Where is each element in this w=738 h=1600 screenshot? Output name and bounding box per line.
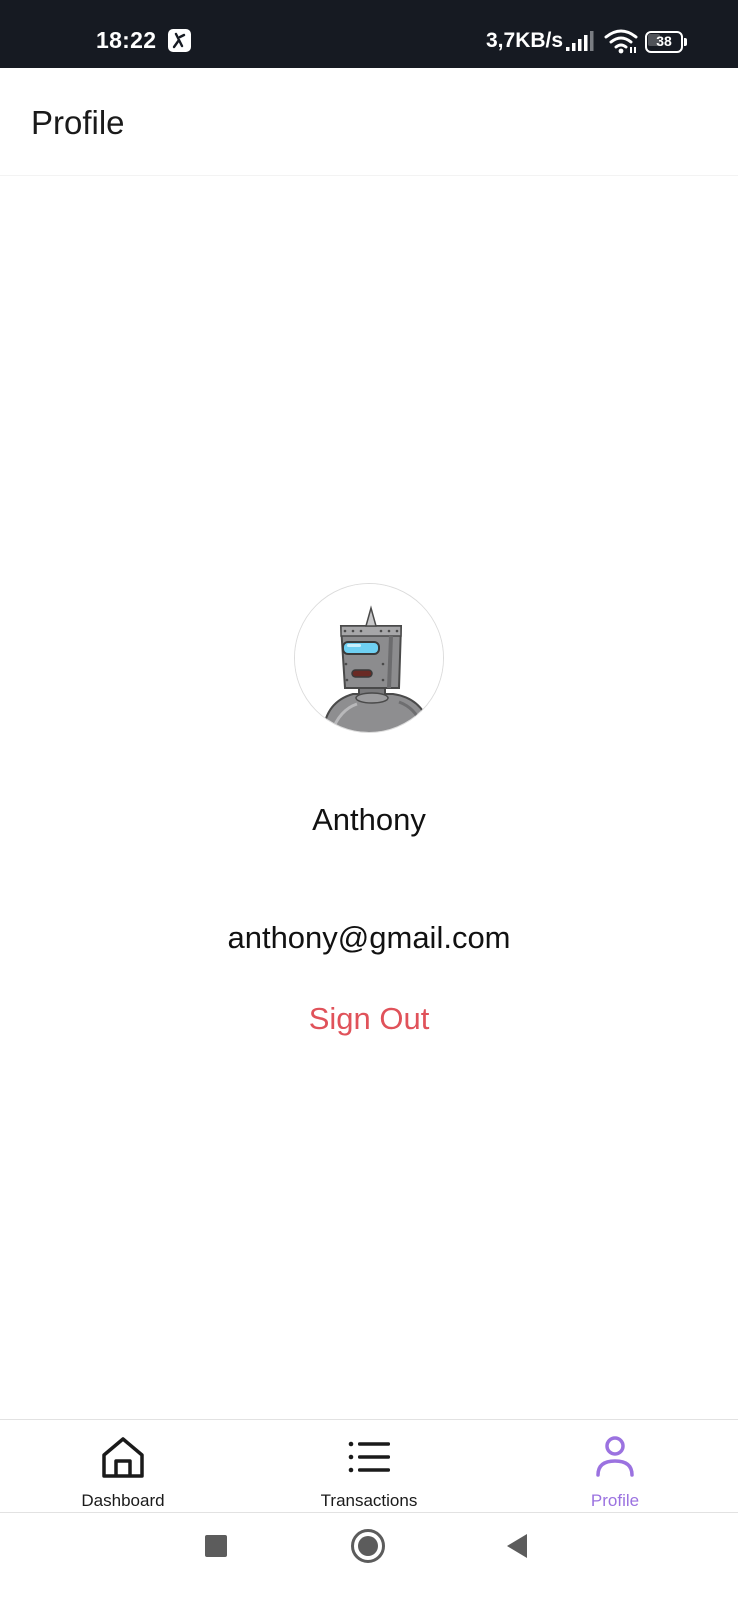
status-time: 18:22 [96, 27, 157, 53]
battery-level: 38 [656, 33, 672, 49]
signal-icon [565, 30, 595, 52]
tab-dashboard[interactable]: Dashboard [0, 1420, 246, 1514]
sign-out-button[interactable]: Sign Out [269, 996, 469, 1042]
app-notification-icon [168, 29, 191, 52]
user-name: Anthony [312, 802, 426, 837]
tab-transactions-label: Transactions [320, 1491, 418, 1510]
user-icon [592, 1434, 638, 1480]
network-speed: 3,7KB/s [486, 29, 564, 52]
app-header: Profile [0, 68, 738, 176]
battery-icon: 38 [645, 31, 687, 53]
wifi-icon [604, 27, 638, 55]
tab-profile-label: Profile [590, 1491, 640, 1510]
bottom-navigation: Dashboard Transactions Profile [0, 1419, 738, 1513]
status-bar: 18:22 3,7KB/s 38 [0, 0, 738, 68]
profile-screen: 18:22 3,7KB/s 38 Profile Anthony anthony… [0, 0, 738, 1600]
recents-icon[interactable] [205, 1535, 227, 1557]
tab-profile[interactable]: Profile [492, 1420, 738, 1514]
list-icon [346, 1434, 392, 1480]
user-email: anthony@gmail.com [227, 920, 511, 955]
robot-avatar-icon [295, 584, 443, 732]
system-navigation-bar [0, 1513, 738, 1600]
page-title: Profile [31, 104, 125, 141]
home-circle-icon[interactable] [351, 1529, 385, 1563]
home-icon [100, 1434, 146, 1480]
back-triangle-icon[interactable] [505, 1533, 529, 1559]
tab-dashboard-label: Dashboard [81, 1491, 165, 1510]
avatar [294, 583, 444, 733]
tab-transactions[interactable]: Transactions [246, 1420, 492, 1514]
